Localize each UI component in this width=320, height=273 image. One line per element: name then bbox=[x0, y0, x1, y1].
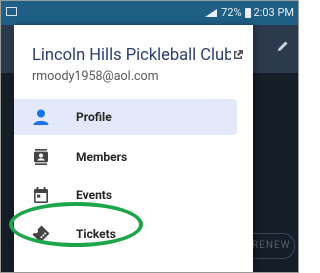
battery-percent: 72% bbox=[221, 6, 242, 19]
account-email: rmoody1958@aol.com bbox=[32, 69, 159, 84]
nav-item-label: Profile bbox=[76, 110, 112, 124]
status-bar: 72% 2:03 PM bbox=[1, 1, 298, 25]
signal-icon bbox=[205, 8, 218, 17]
nav-item-label: Tickets bbox=[76, 227, 116, 241]
nav-item-profile[interactable]: Profile bbox=[14, 99, 237, 135]
image-notification-icon bbox=[6, 7, 17, 16]
club-name: Lincoln Hills Pickleball Club bbox=[32, 46, 234, 65]
battery-icon bbox=[244, 7, 251, 18]
nav-item-members[interactable]: Members bbox=[14, 139, 237, 175]
edit-icon[interactable] bbox=[276, 39, 290, 53]
calendar-icon bbox=[30, 184, 52, 206]
open-external-icon[interactable] bbox=[231, 48, 245, 62]
nav-item-events[interactable]: Events bbox=[14, 177, 237, 213]
app-screen: 72% 2:03 PM RENEW Lincoln Hills Pickleba… bbox=[0, 0, 299, 273]
contact-card-icon bbox=[30, 146, 52, 168]
navigation-drawer: Lincoln Hills Pickleball Club rmoody1958… bbox=[14, 25, 253, 272]
nav-item-label: Events bbox=[76, 188, 113, 202]
nav-item-tickets[interactable]: Tickets bbox=[14, 216, 237, 252]
ticket-icon bbox=[30, 223, 52, 245]
clock: 2:03 PM bbox=[253, 6, 294, 19]
nav-item-label: Members bbox=[76, 150, 128, 164]
person-icon bbox=[30, 106, 52, 128]
